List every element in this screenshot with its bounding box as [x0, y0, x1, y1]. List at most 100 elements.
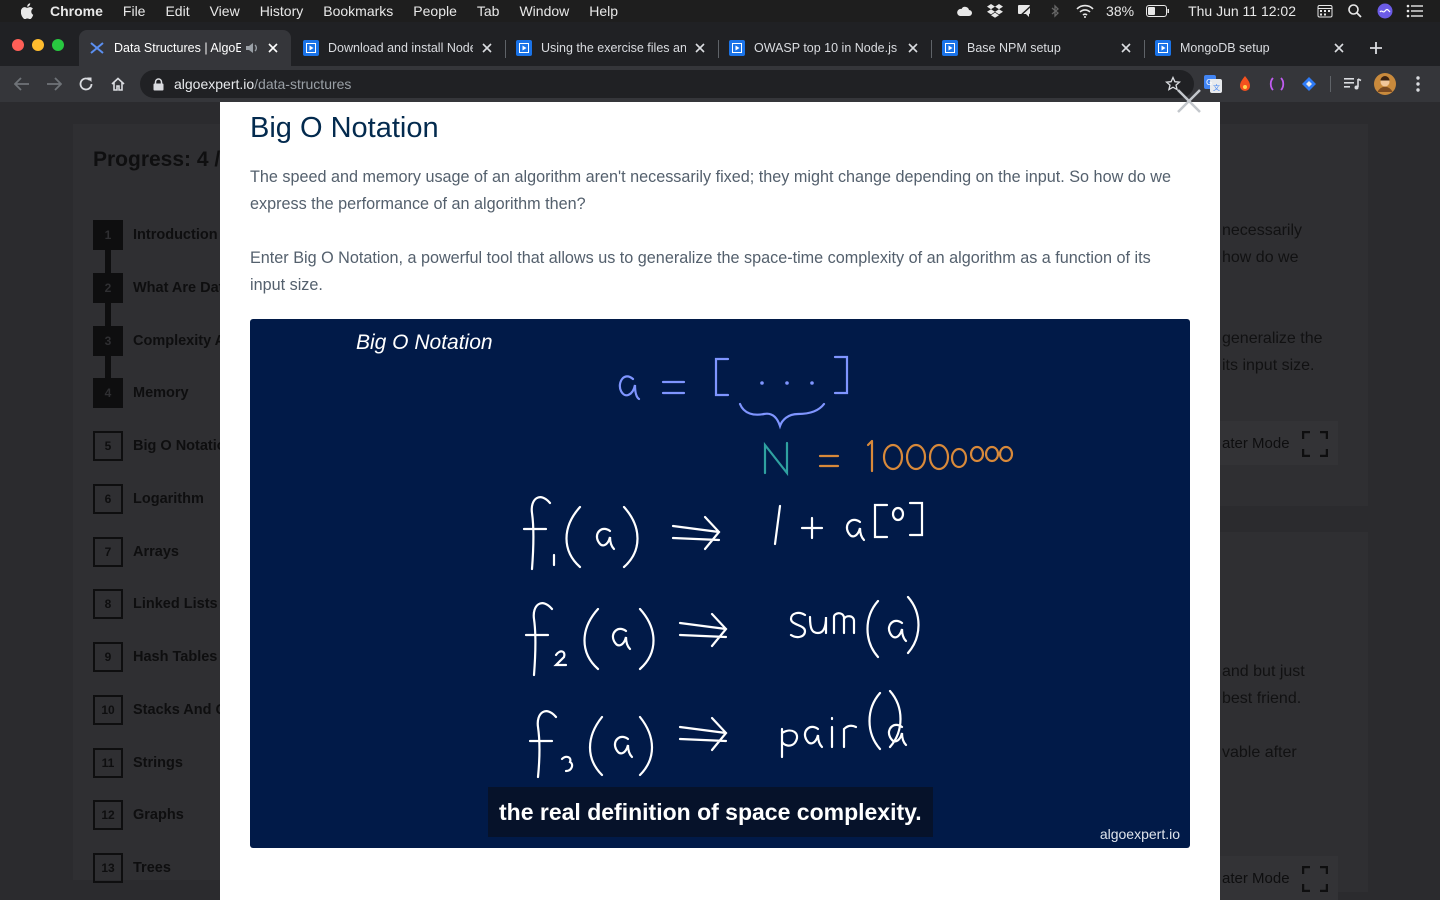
lesson-name: Arrays [133, 544, 179, 560]
menu-history[interactable]: History [260, 0, 304, 22]
lesson-name: Logarithm [133, 491, 204, 507]
lesson-name: Introduction [133, 227, 218, 243]
media-controls-icon[interactable] [1343, 74, 1363, 94]
tab-close-icon[interactable] [692, 40, 708, 56]
tab-audio-icon[interactable] [245, 41, 259, 55]
window-close-button[interactable] [12, 39, 24, 51]
sidebar-lesson[interactable]: 1 Introduction [93, 220, 218, 250]
url-host: algoexpert.io [174, 76, 255, 92]
menu-people[interactable]: People [413, 0, 457, 22]
notifications-off-icon[interactable] [1016, 3, 1034, 19]
menu-bookmarks[interactable]: Bookmarks [323, 0, 393, 22]
address-bar[interactable]: algoexpert.io/data-structures [140, 70, 1194, 98]
lesson-number-badge: 12 [93, 800, 123, 830]
fullscreen-icon [1302, 431, 1328, 457]
bluetooth-icon[interactable] [1046, 3, 1064, 19]
dropbox-icon[interactable] [986, 3, 1004, 19]
menu-help[interactable]: Help [589, 0, 618, 22]
lesson-number-badge: 8 [93, 589, 123, 619]
tab-close-icon[interactable] [479, 40, 495, 56]
background-text: necessarily [1222, 222, 1303, 239]
address-url[interactable]: algoexpert.io/data-structures [174, 76, 351, 92]
menu-window[interactable]: Window [519, 0, 569, 22]
video-player-favicon-icon [729, 40, 745, 56]
back-arrow-icon[interactable] [10, 72, 34, 96]
sidebar-lesson[interactable]: 4 Memory [93, 378, 189, 408]
window-maximize-button[interactable] [52, 39, 64, 51]
new-tab-plus-icon[interactable] [1364, 36, 1388, 60]
lesson-number-badge: 9 [93, 642, 123, 672]
menu-edit[interactable]: Edit [165, 0, 189, 22]
theater-mode-label: ater Mode [1222, 869, 1290, 887]
tab-owasp-top-10[interactable]: OWASP top 10 in Node.js [719, 30, 931, 66]
theater-mode-button[interactable]: ater Mode [1200, 856, 1338, 900]
background-text: its input size. [1222, 357, 1315, 374]
menu-file[interactable]: File [123, 0, 146, 22]
tab-title: Data Structures | AlgoExpert [114, 41, 241, 55]
notification-center-icon[interactable] [1406, 3, 1424, 19]
lesson-name: Trees [133, 860, 171, 876]
lock-icon[interactable] [152, 77, 164, 91]
tab-close-icon[interactable] [265, 40, 281, 56]
algoexpert-favicon-icon [89, 40, 105, 56]
tab-download-node[interactable]: Download and install Node.js [293, 30, 505, 66]
tab-base-npm-setup[interactable]: Base NPM setup [932, 30, 1144, 66]
svg-text:文: 文 [1213, 83, 1220, 92]
background-text: best friend. [1222, 690, 1302, 707]
menu-view[interactable]: View [210, 0, 240, 22]
profile-avatar[interactable] [1374, 73, 1396, 95]
tab-close-icon[interactable] [1331, 40, 1347, 56]
sidebar-lesson[interactable]: 5 Big O Notation [93, 431, 235, 461]
spotlight-search-icon[interactable] [1346, 3, 1364, 19]
modal-close-icon[interactable] [1176, 88, 1202, 114]
lesson-number-badge: 2 [93, 273, 123, 303]
tab-close-icon[interactable] [905, 40, 921, 56]
video-player-favicon-icon [1155, 40, 1171, 56]
browser-tab-strip: Data Structures | AlgoExpert Download an… [0, 22, 1440, 66]
lesson-number-badge: 7 [93, 537, 123, 567]
cloud-sync-icon[interactable] [956, 3, 974, 19]
google-translate-extension-icon[interactable]: G文 [1203, 74, 1223, 94]
extension-diamond-icon[interactable] [1299, 74, 1319, 94]
lesson-number-badge: 11 [93, 748, 123, 778]
sidebar-lesson[interactable]: 13 Trees [93, 853, 171, 883]
calendar-icon[interactable] [1316, 3, 1334, 19]
video-player-favicon-icon [303, 40, 319, 56]
sidebar-lesson[interactable]: 6 Logarithm [93, 484, 204, 514]
sidebar-lesson[interactable]: 8 Linked Lists [93, 589, 218, 619]
menu-tab[interactable]: Tab [477, 0, 500, 22]
home-icon[interactable] [106, 72, 130, 96]
tab-exercise-files[interactable]: Using the exercise files and [506, 30, 718, 66]
toolbar-divider [1330, 76, 1331, 92]
svg-text:G: G [1206, 78, 1212, 87]
sidebar-lesson[interactable]: 9 Hash Tables [93, 642, 217, 672]
tab-data-structures[interactable]: Data Structures | AlgoExpert [79, 30, 291, 66]
sidebar-lesson[interactable]: 12 Graphs [93, 800, 184, 830]
background-text: vable after [1222, 744, 1297, 761]
sidebar-lesson[interactable]: 11 Strings [93, 748, 183, 778]
macos-menu-bar: Chrome File Edit View History Bookmarks … [0, 0, 1440, 22]
menu-app-name[interactable]: Chrome [50, 0, 103, 22]
wifi-icon[interactable] [1076, 3, 1094, 19]
theater-mode-button[interactable]: ater Mode [1200, 421, 1338, 465]
lesson-video-player[interactable]: Big O Notation the real definition of sp… [250, 319, 1190, 848]
sidebar-lesson[interactable]: 7 Arrays [93, 537, 179, 567]
siri-icon[interactable] [1376, 3, 1394, 19]
browser-toolbar: algoexpert.io/data-structures G文 [0, 66, 1440, 102]
lesson-name: Strings [133, 755, 183, 771]
lesson-number-badge: 5 [93, 431, 123, 461]
tab-mongodb-setup[interactable]: MongoDB setup [1145, 30, 1357, 66]
fullscreen-icon [1302, 866, 1328, 892]
forward-arrow-icon[interactable] [42, 72, 66, 96]
window-minimize-button[interactable] [32, 39, 44, 51]
reload-icon[interactable] [74, 72, 98, 96]
browser-menu-kebab-icon[interactable] [1408, 74, 1428, 94]
lesson-name: Graphs [133, 807, 184, 823]
tab-close-icon[interactable] [1118, 40, 1134, 56]
battery-icon[interactable] [1146, 3, 1170, 19]
extension-orange-icon[interactable] [1235, 74, 1255, 94]
lesson-name: Memory [133, 385, 189, 401]
menu-bar-clock[interactable]: Thu Jun 11 12:02 [1188, 3, 1296, 19]
extension-brackets-icon[interactable] [1267, 74, 1287, 94]
apple-logo-icon[interactable] [18, 0, 38, 22]
